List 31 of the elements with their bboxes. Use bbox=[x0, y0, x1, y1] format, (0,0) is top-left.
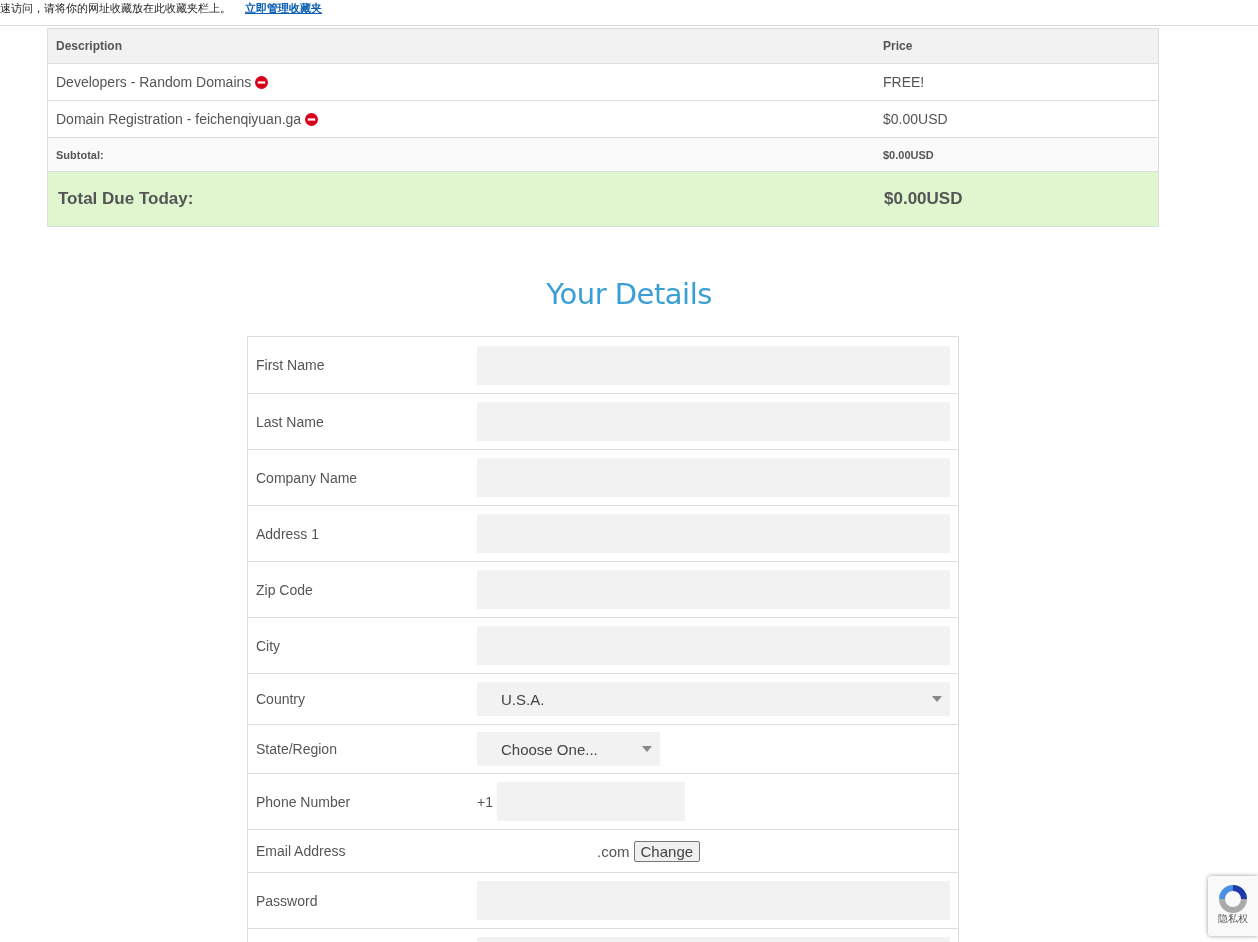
field-label: City bbox=[255, 637, 282, 654]
item-description: Domain Registration - feichenqiyuan.ga bbox=[56, 111, 302, 127]
total-label: Total Due Today: bbox=[57, 189, 195, 209]
privacy-text[interactable]: 隐私权 bbox=[1218, 912, 1248, 926]
item-price: $0.00USD bbox=[882, 111, 949, 127]
field-label: Zip Code bbox=[255, 581, 314, 598]
country-code: +1 bbox=[477, 793, 493, 810]
field-label: Address 1 bbox=[255, 525, 321, 542]
favorites-bar-message: 速访问，请将你的网址收藏放在此收藏夹栏上。 bbox=[0, 1, 231, 16]
field-label: Phone Number bbox=[255, 793, 352, 810]
field-label: Last Name bbox=[255, 413, 325, 430]
select-field[interactable]: U.S.A. bbox=[477, 682, 950, 716]
recaptcha-badge[interactable]: 隐私权 bbox=[1208, 876, 1258, 936]
field-label: State/Region bbox=[255, 741, 338, 757]
select-field[interactable]: Choose One... bbox=[477, 732, 660, 766]
field-label: First Name bbox=[255, 357, 326, 373]
total-value: $0.00USD bbox=[883, 189, 964, 209]
manage-favorites-link[interactable]: 立即管理收藏夹 bbox=[245, 1, 322, 16]
item-price: FREE! bbox=[882, 74, 926, 90]
section-title: Your Details bbox=[545, 277, 713, 311]
email-address: .com bbox=[596, 842, 630, 860]
field-label: Email Address bbox=[255, 843, 347, 859]
column-header: Description bbox=[55, 39, 123, 53]
subtotal-value: $0.00USD bbox=[882, 148, 935, 161]
item-description: Developers - Random Domains bbox=[56, 74, 252, 90]
column-header: Price bbox=[882, 39, 914, 53]
subtotal-label: Subtotal: bbox=[55, 148, 105, 161]
field-label: Password bbox=[255, 892, 319, 909]
change-button[interactable]: Change bbox=[633, 840, 701, 862]
field-label: Company Name bbox=[255, 469, 359, 486]
field-label: Country bbox=[255, 691, 307, 707]
